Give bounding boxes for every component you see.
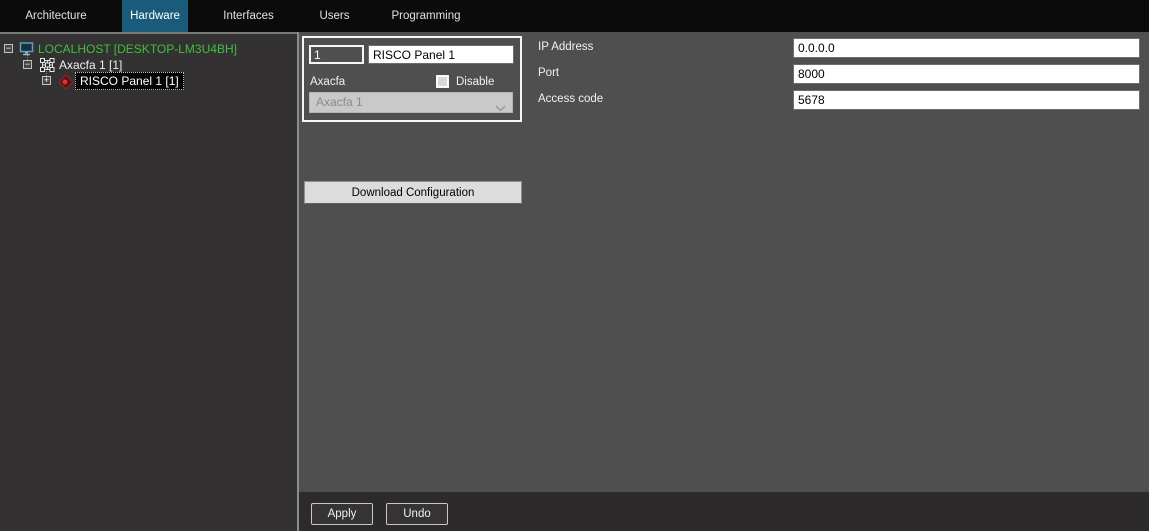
tab-programming[interactable]: Programming (381, 0, 471, 32)
action-bar: Apply Undo (299, 492, 1149, 531)
panel-splitter[interactable] (297, 32, 299, 531)
tab-architecture[interactable]: Architecture (10, 0, 102, 32)
undo-button[interactable]: Undo (386, 503, 448, 525)
target-diamond-icon (58, 74, 74, 95)
parent-device-dropdown[interactable]: Axacfa 1 (309, 92, 513, 113)
parent-device-dropdown-value: Axacfa 1 (316, 95, 363, 109)
parent-device-label: Axacfa (310, 76, 345, 88)
disable-checkbox[interactable] (436, 75, 449, 88)
panel-name-input[interactable] (368, 45, 514, 64)
panel-id-input[interactable] (309, 45, 364, 64)
tree-row-risco-panel[interactable]: RISCO Panel 1 [1] (0, 73, 297, 90)
apply-button[interactable]: Apply (311, 503, 373, 525)
ip-address-label: IP Address (538, 41, 593, 53)
top-tab-bar: Architecture Hardware Interfaces Users P… (0, 0, 1149, 32)
access-code-input[interactable] (793, 90, 1140, 110)
collapse-expander-icon[interactable] (23, 60, 32, 69)
tree-node-label-selected[interactable]: RISCO Panel 1 [1] (75, 72, 184, 90)
ip-address-input[interactable] (793, 38, 1140, 58)
device-tree-panel: LOCALHOST [DESKTOP-LM3U4BH] Axacfa 1 [1] (0, 32, 297, 531)
tab-users[interactable]: Users (297, 0, 372, 32)
tree-node-label[interactable]: LOCALHOST [DESKTOP-LM3U4BH] (38, 42, 237, 56)
disable-checkbox-label: Disable (456, 76, 494, 88)
expand-expander-icon[interactable] (42, 76, 51, 85)
tree-row-localhost[interactable]: LOCALHOST [DESKTOP-LM3U4BH] (0, 41, 297, 58)
port-label: Port (538, 67, 559, 79)
tab-hardware[interactable]: Hardware (122, 0, 188, 32)
chevron-down-icon (495, 99, 506, 118)
content-panel: Axacfa Disable Axacfa 1 Download Configu… (299, 32, 1149, 492)
tab-interfaces[interactable]: Interfaces (205, 0, 292, 32)
download-configuration-button[interactable]: Download Configuration (304, 181, 522, 204)
panel-identity-groupbox: Axacfa Disable Axacfa 1 (302, 36, 522, 122)
tree-node-label[interactable]: Axacfa 1 [1] (59, 58, 122, 72)
access-code-label: Access code (538, 93, 603, 105)
collapse-expander-icon[interactable] (4, 44, 13, 53)
port-input[interactable] (793, 64, 1140, 84)
